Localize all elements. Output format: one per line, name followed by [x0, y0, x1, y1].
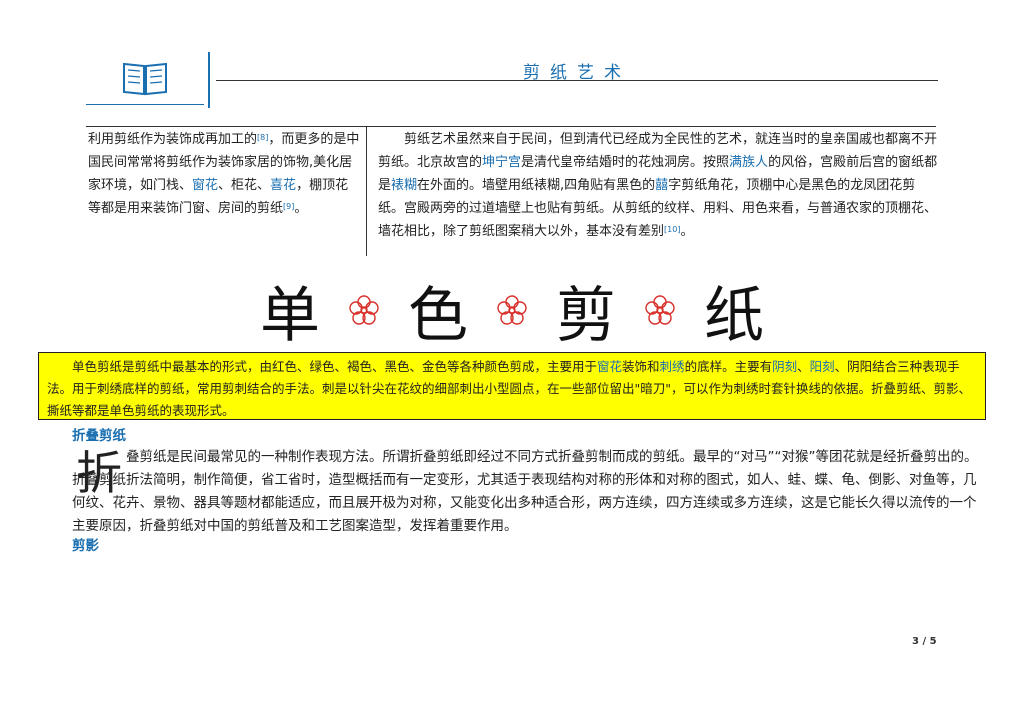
header-left-rule — [86, 104, 204, 105]
fold-paragraph: 叠剪纸是民间最常见的一种制作表现方法。所谓折叠剪纸即经过不同方式折叠剪制而成的剪… — [72, 449, 978, 534]
title-char-1: 单 — [260, 280, 320, 351]
link-double-happiness[interactable]: 囍 — [655, 178, 668, 193]
section-heading-silhouette[interactable]: 剪影 — [72, 534, 99, 554]
footnote-ref-8[interactable]: [8] — [257, 133, 268, 142]
columns-top-rule — [86, 126, 936, 127]
right-column-text: 剪纸艺术虽然来自于民间，但到清代已经成为全民性的艺术，就连当时的皇亲国戚也都离不… — [378, 132, 938, 239]
link-biaohu[interactable]: 裱糊 — [391, 178, 417, 193]
open-book-icon — [123, 62, 167, 96]
column-divider — [366, 126, 367, 256]
title-char-2: 色 — [408, 280, 468, 351]
link-yangke[interactable]: 阳刻 — [810, 359, 835, 374]
link-manchu[interactable]: 满族人 — [729, 155, 768, 170]
single-color-intro-box: 单色剪纸是剪纸中最基本的形式，由红色、绿色、褐色、黑色、金色等各种颜色剪成，主要… — [38, 352, 986, 420]
section-big-title: 单 色 剪 纸 — [0, 270, 1024, 351]
footnote-ref-9[interactable]: [9] — [283, 202, 294, 211]
link-yinke[interactable]: 阴刻 — [772, 359, 797, 374]
link-embroidery[interactable]: 刺绣 — [660, 359, 685, 374]
link-window-flower[interactable]: 窗花 — [192, 178, 218, 193]
title-char-3: 剪 — [556, 280, 616, 351]
footnote-ref-10[interactable]: [10] — [664, 225, 680, 234]
flower-ornament-icon — [645, 295, 675, 325]
section-heading-fold[interactable]: 折叠剪纸 — [72, 424, 126, 444]
flower-ornament-icon — [497, 295, 527, 325]
link-kunning-palace[interactable]: 坤宁宫 — [482, 155, 521, 170]
title-char-4: 纸 — [704, 280, 764, 351]
link-window-flower-2[interactable]: 窗花 — [597, 359, 622, 374]
header-rule — [216, 80, 938, 81]
link-xi-flower[interactable]: 喜花 — [270, 178, 296, 193]
page-number: 3 / 5 — [912, 636, 937, 647]
header-vertical-bar — [208, 52, 210, 108]
left-column-text: 利用剪纸作为装饰成再加工的[8]，而更多的是中国民间常常将剪纸作为装饰家居的饰物… — [88, 132, 360, 216]
flower-ornament-icon — [349, 295, 379, 325]
